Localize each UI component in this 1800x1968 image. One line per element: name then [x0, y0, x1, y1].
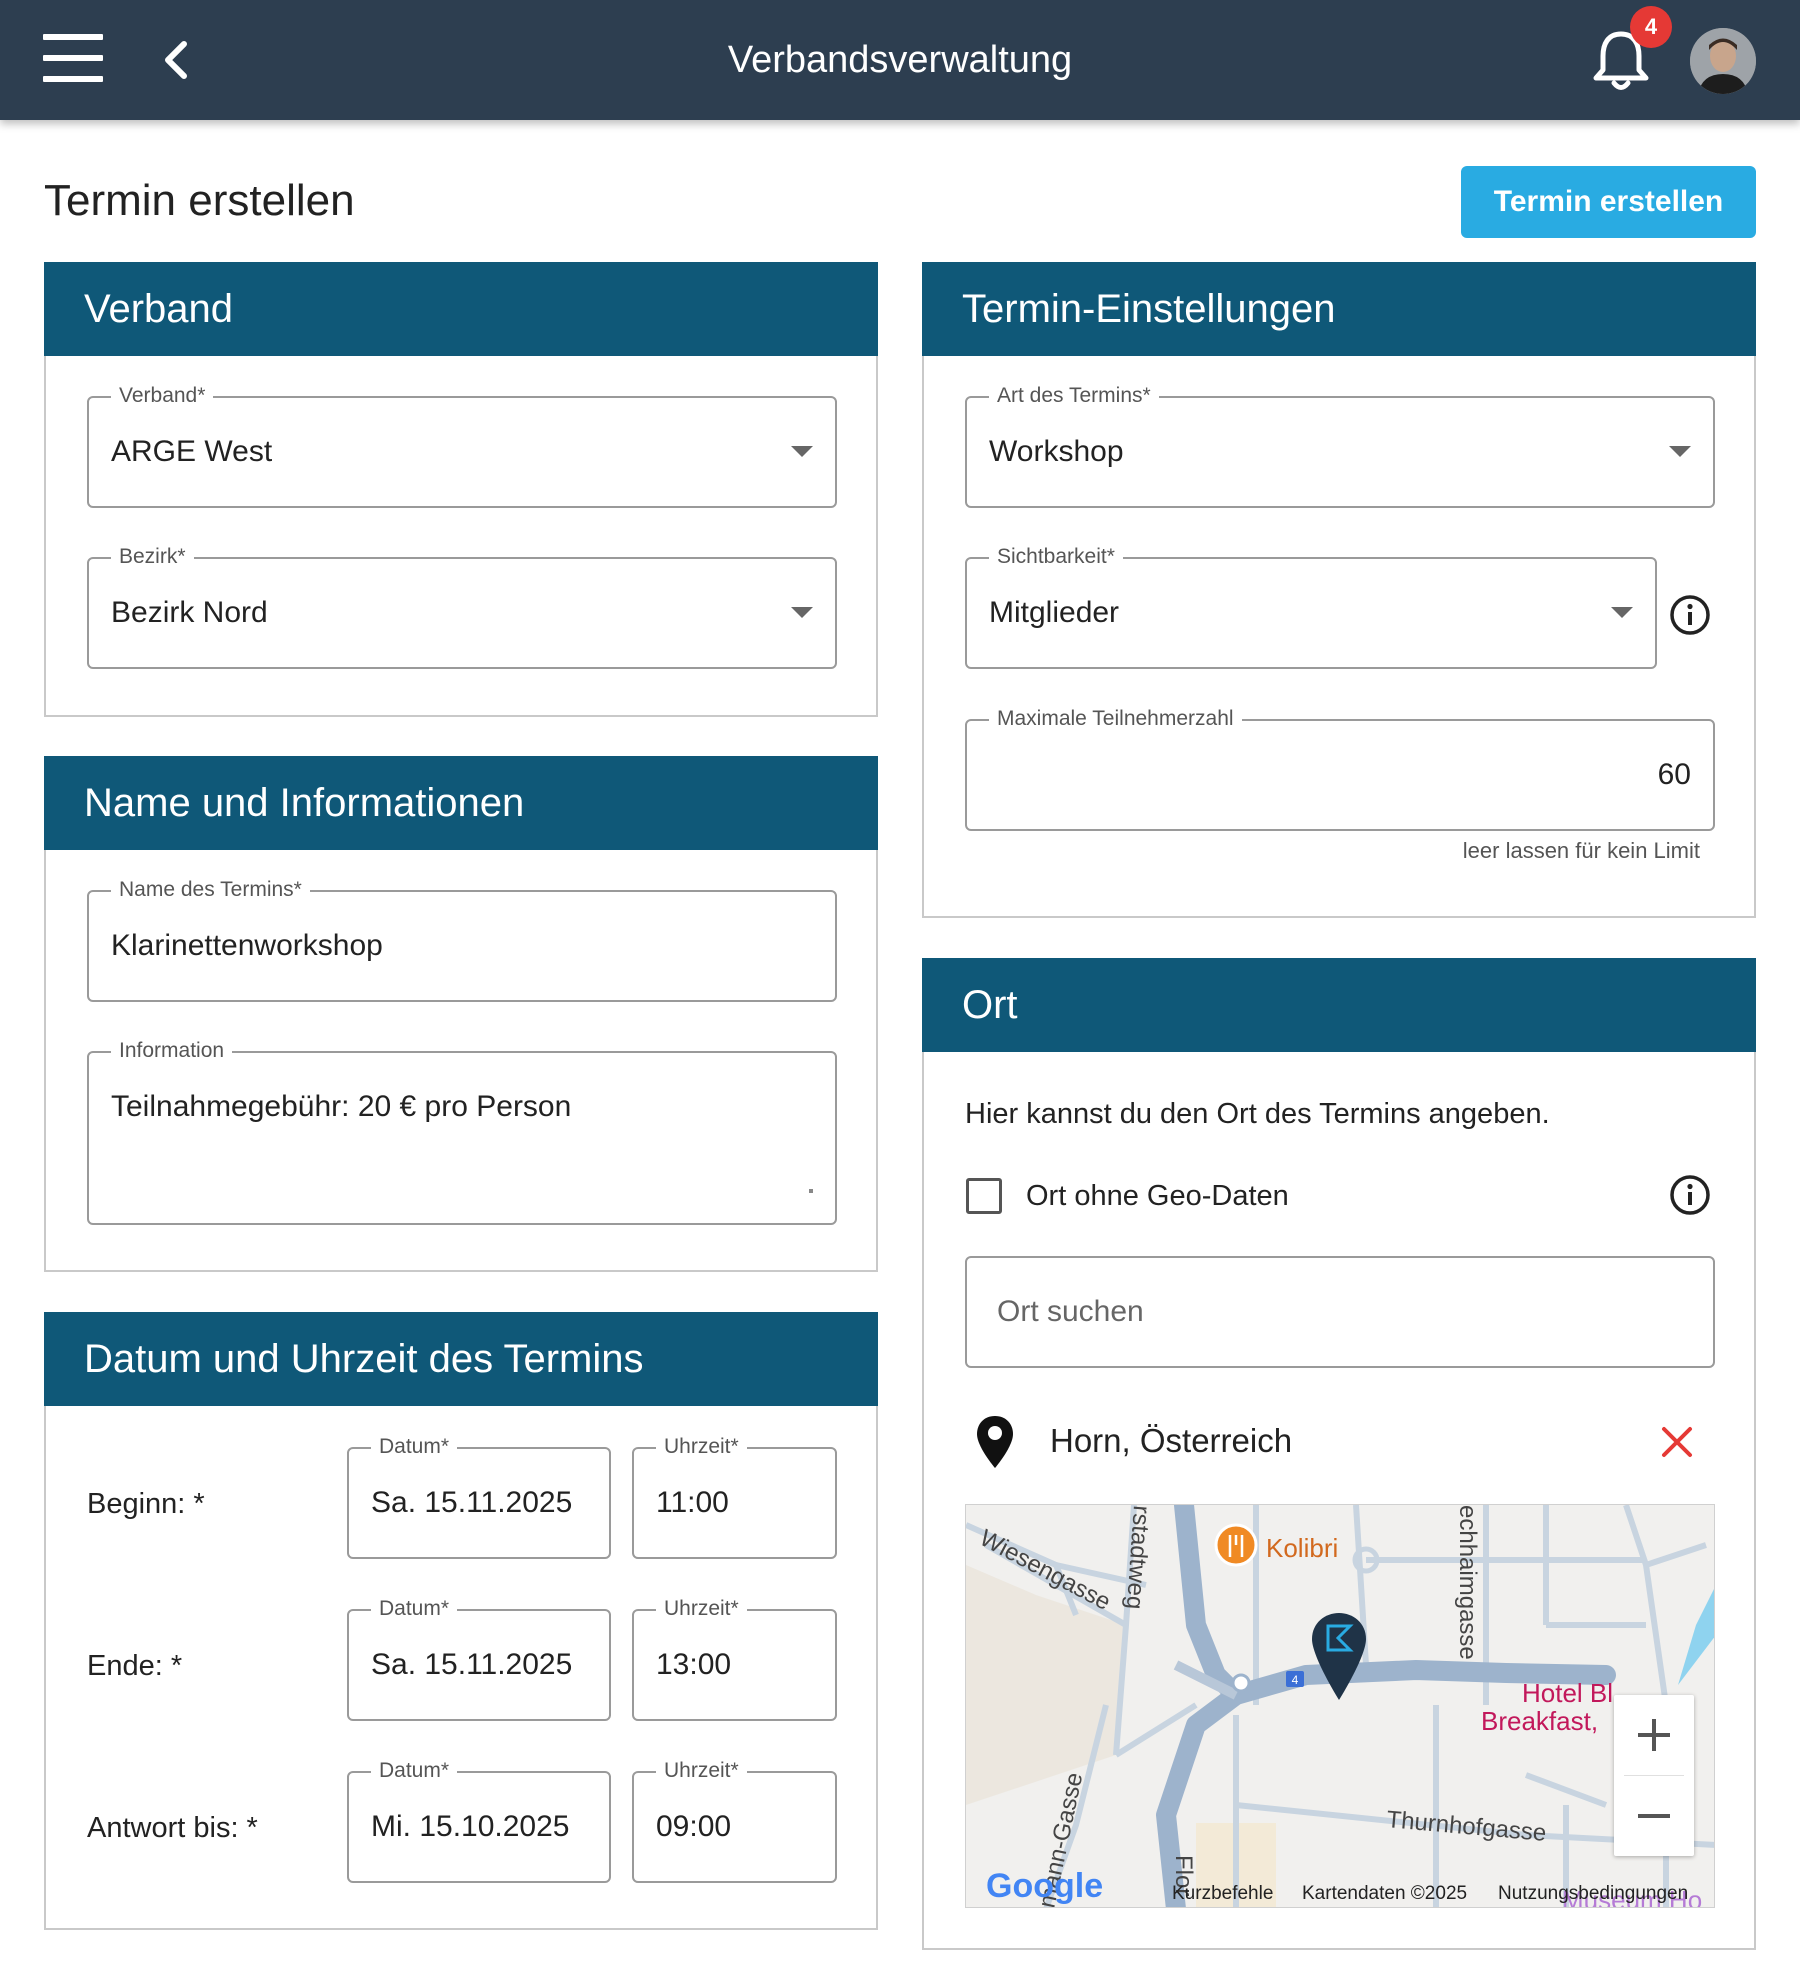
- date-value: Sa. 15.11.2025: [371, 1648, 573, 1681]
- verband-select[interactable]: Verband* ARGE West: [87, 384, 837, 508]
- max-participants-value: 60: [1657, 758, 1691, 791]
- menu-icon[interactable]: [43, 34, 105, 82]
- no-geo-data-checkbox[interactable]: [966, 1178, 1002, 1214]
- response-deadline-label: Antwort bis: *: [87, 1812, 258, 1844]
- visibility-select[interactable]: Sichtbarkeit* Mitglieder: [965, 545, 1657, 669]
- date-value: Sa. 15.11.2025: [371, 1486, 573, 1519]
- location-map[interactable]: 4 Wiesengasse rstadtweg echhaimgasse man…: [965, 1504, 1715, 1908]
- appointment-type-select[interactable]: Art des Termins* Workshop: [965, 384, 1715, 508]
- visibility-value: Mitglieder: [989, 596, 1120, 629]
- time-value: 11:00: [656, 1486, 729, 1519]
- hotel-label: Breakfast,: [1481, 1706, 1598, 1736]
- bezirk-select-value: Bezirk Nord: [111, 596, 268, 629]
- app-bar: Verbandsverwaltung 4: [0, 0, 1800, 120]
- poi-label: Kolibri: [1266, 1533, 1338, 1563]
- end-time-input[interactable]: Uhrzeit* 13:00: [632, 1597, 837, 1721]
- location-intro-text: Hier kannst du den Ort des Termins angeb…: [965, 1098, 1550, 1130]
- time-value: 13:00: [656, 1648, 732, 1681]
- back-arrow-icon[interactable]: [150, 30, 210, 90]
- datetime-card: Datum und Uhrzeit des Termins Beginn: * …: [44, 1312, 878, 1930]
- verband-card: Verband Verband* ARGE West Bezirk* Bezir…: [44, 262, 878, 717]
- end-date-input[interactable]: Datum* Sa. 15.11.2025: [347, 1597, 611, 1721]
- name-info-card: Name und Informationen Name des Termins*…: [44, 756, 878, 1272]
- street-label: echhaimgasse: [1454, 1505, 1481, 1660]
- response-time-input[interactable]: Uhrzeit* 09:00: [632, 1759, 837, 1883]
- zoom-out-icon[interactable]: [1614, 1776, 1694, 1856]
- remove-location-icon[interactable]: [1659, 1424, 1695, 1460]
- settings-card: Termin-Einstellungen Art des Termins* Wo…: [922, 262, 1756, 918]
- map-zoom-controls: [1614, 1695, 1694, 1856]
- location-card-title: Ort: [922, 958, 1756, 1052]
- information-value: Teilnahmegebühr: 20 € pro Person: [111, 1090, 572, 1123]
- map-data-attribution: Kartendaten ©2025: [1302, 1883, 1468, 1904]
- verband-card-title: Verband: [44, 262, 878, 356]
- appointment-type-value: Workshop: [989, 435, 1124, 468]
- max-participants-helper: leer lassen für kein Limit: [1462, 838, 1700, 863]
- resize-handle-icon[interactable]: [809, 1189, 813, 1193]
- selected-location-text: Horn, Österreich: [1050, 1422, 1293, 1459]
- termin-name-value: Klarinettenworkshop: [111, 929, 383, 962]
- no-geo-info-icon[interactable]: [1669, 1174, 1711, 1216]
- hotel-label: Hotel Bl: [1522, 1678, 1613, 1708]
- app-title: Verbandsverwaltung: [727, 39, 1073, 81]
- location-search-field[interactable]: [965, 1256, 1715, 1368]
- visibility-info-icon[interactable]: [1669, 594, 1711, 636]
- name-info-card-title: Name und Informationen: [44, 756, 878, 850]
- verband-select-value: ARGE West: [111, 435, 273, 468]
- begin-label: Beginn: *: [87, 1488, 205, 1520]
- response-date-input[interactable]: Datum* Mi. 15.10.2025: [347, 1759, 611, 1883]
- information-label: Information: [111, 1039, 233, 1063]
- route-number-label: 4: [1292, 1673, 1299, 1687]
- user-avatar[interactable]: [1690, 28, 1756, 94]
- notification-count-badge: 4: [1630, 6, 1672, 48]
- restaurant-poi-icon[interactable]: [1214, 1523, 1258, 1567]
- bezirk-select[interactable]: Bezirk* Bezirk Nord: [87, 545, 837, 669]
- max-participants-label: Maximale Teilnehmerzahl: [989, 707, 1242, 731]
- google-logo: Google: [986, 1867, 1103, 1905]
- zoom-in-icon[interactable]: [1614, 1695, 1694, 1775]
- dropdown-caret-icon: [791, 607, 813, 618]
- create-appointment-button[interactable]: Termin erstellen: [1461, 166, 1756, 238]
- map-shortcuts-link[interactable]: Kurzbefehle: [1172, 1883, 1273, 1905]
- date-value: Mi. 15.10.2025: [371, 1810, 570, 1843]
- location-pin-icon: [974, 1414, 1016, 1470]
- begin-time-input[interactable]: Uhrzeit* 11:00: [632, 1435, 837, 1559]
- settings-card-title: Termin-Einstellungen: [922, 262, 1756, 356]
- time-value: 09:00: [656, 1810, 732, 1843]
- map-terms-link[interactable]: Nutzungsbedingungen: [1498, 1883, 1688, 1905]
- datetime-card-title: Datum und Uhrzeit des Termins: [44, 1312, 878, 1406]
- dropdown-caret-icon: [1611, 607, 1633, 618]
- information-textarea[interactable]: Information Teilnahmegebühr: 20 € pro Pe…: [87, 1039, 837, 1225]
- end-label: Ende: *: [87, 1650, 183, 1682]
- max-participants-input[interactable]: Maximale Teilnehmerzahl 60: [965, 707, 1715, 831]
- begin-date-input[interactable]: Datum* Sa. 15.11.2025: [347, 1435, 611, 1559]
- no-geo-data-label[interactable]: Ort ohne Geo-Daten: [1026, 1180, 1289, 1213]
- dropdown-caret-icon: [791, 446, 813, 457]
- dropdown-caret-icon: [1669, 446, 1691, 457]
- location-card: Ort Hier kannst du den Ort des Termins a…: [922, 958, 1756, 1950]
- page-title: Termin erstellen: [44, 176, 355, 225]
- location-search-input[interactable]: [967, 1258, 1713, 1366]
- termin-name-input[interactable]: Name des Termins* Klarinettenworkshop: [87, 878, 837, 1002]
